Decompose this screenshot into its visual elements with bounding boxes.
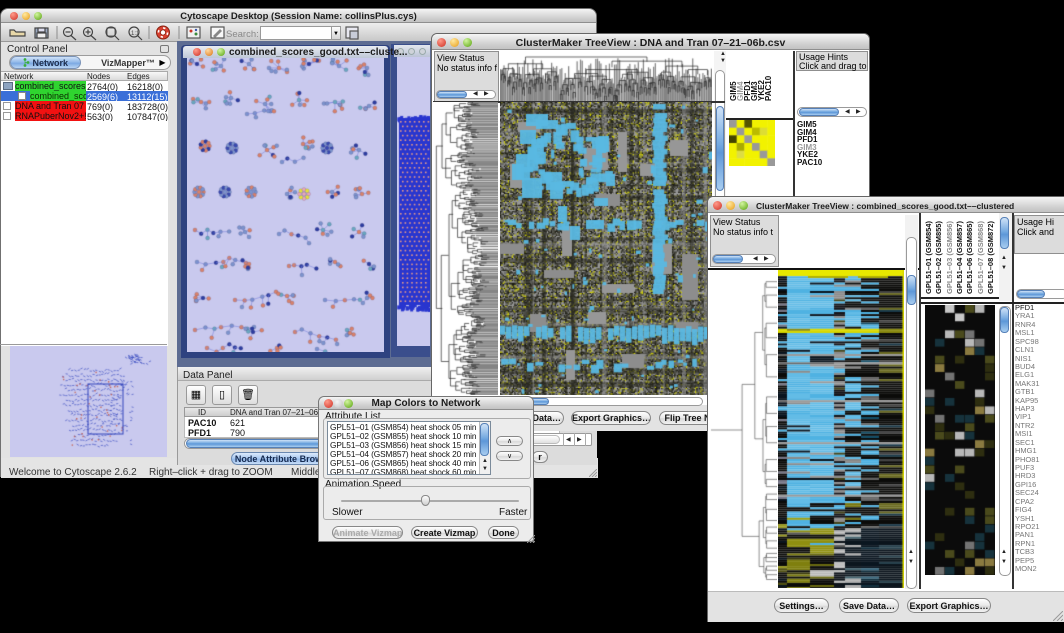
svg-text:1:1: 1:1 <box>131 31 140 37</box>
